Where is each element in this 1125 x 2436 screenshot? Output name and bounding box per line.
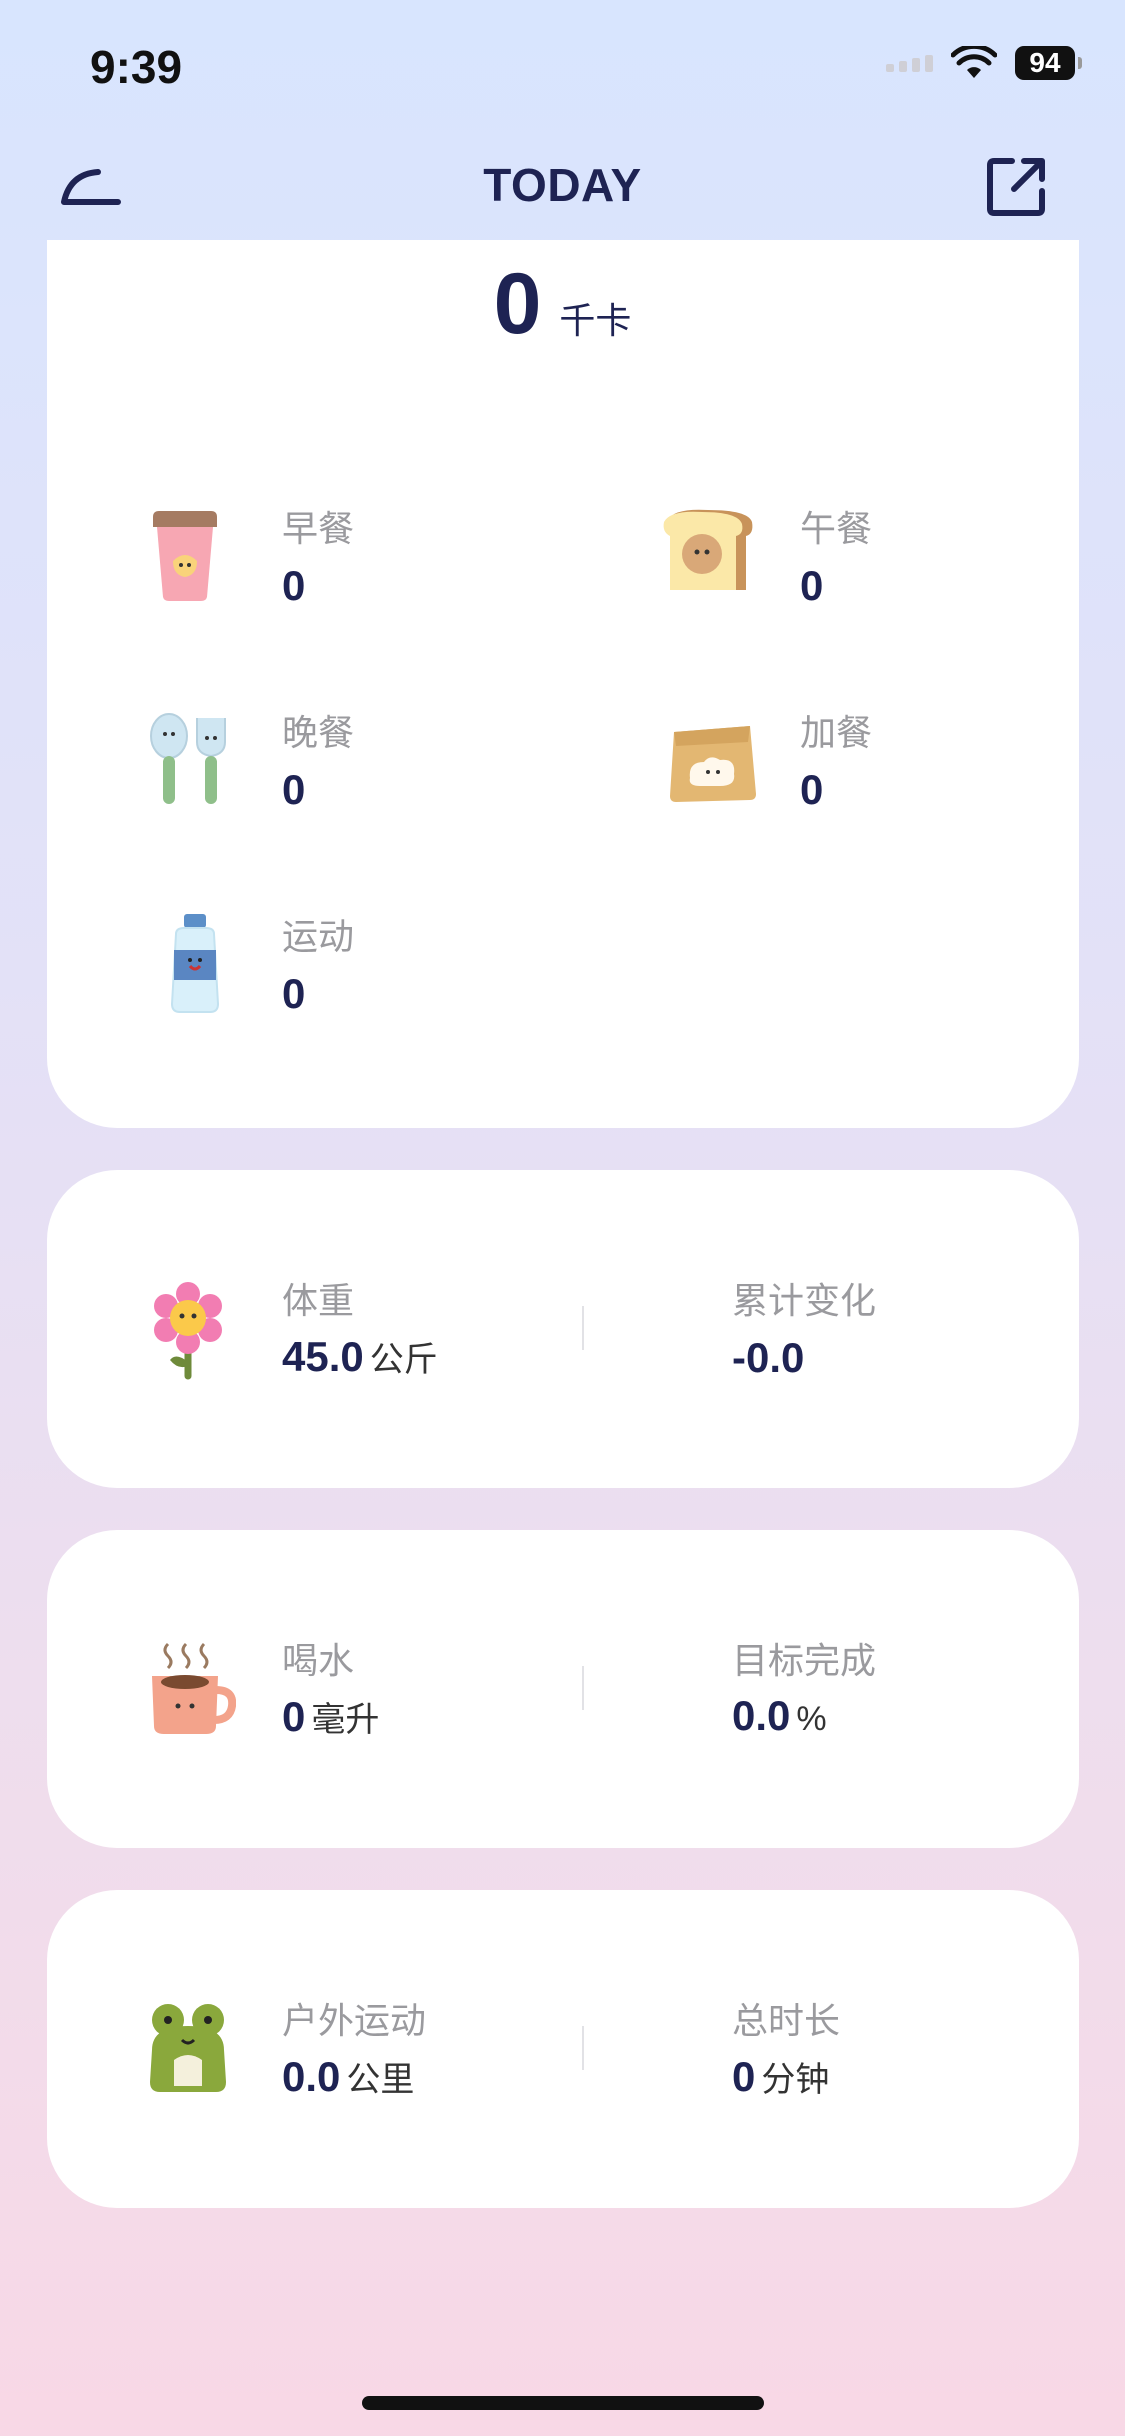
total-calories-unit: 千卡 — [559, 300, 632, 341]
total-calories: 0 千卡 — [0, 255, 1125, 354]
meal-label: 午餐 — [800, 508, 873, 549]
weight-value: 45.0 — [282, 1333, 364, 1380]
mug-icon — [152, 1642, 236, 1734]
meal-value: 0 — [282, 766, 306, 813]
outdoor-duration-label: 总时长 — [732, 2000, 841, 2041]
water-goal-row: 0.0% — [732, 1692, 827, 1740]
total-calories-value: 0 — [493, 256, 542, 352]
home-indicator[interactable] — [362, 2396, 764, 2410]
meal-label: 晚餐 — [282, 712, 355, 753]
water-value: 0 — [282, 1693, 306, 1740]
spoon-fork-icon — [150, 713, 226, 804]
paper-bag-icon — [670, 726, 756, 802]
cellular-signal-icon — [886, 54, 933, 72]
share-button[interactable] — [984, 153, 1050, 219]
status-time: 9:39 — [90, 41, 183, 93]
flower-icon — [154, 1282, 222, 1380]
frog-icon — [150, 2004, 226, 2092]
outdoor-label: 户外运动 — [282, 2000, 427, 2041]
water-bottle-icon — [170, 914, 220, 1013]
meal-label: 运动 — [282, 916, 355, 957]
water-goal-unit: % — [796, 1700, 827, 1738]
coffee-cup-icon — [153, 511, 217, 601]
wifi-icon — [951, 46, 997, 78]
meal-lunch[interactable]: 午餐 0 — [658, 490, 1058, 630]
meal-value: 0 — [282, 562, 306, 609]
page-title: TODAY — [483, 159, 642, 211]
meal-value: 0 — [800, 562, 824, 609]
meal-dinner[interactable]: 晚餐 0 — [140, 694, 540, 834]
water-goal-label: 目标完成 — [732, 1640, 877, 1681]
meal-label: 早餐 — [282, 508, 355, 549]
meal-exercise[interactable]: 运动 0 — [140, 898, 540, 1038]
meal-snack[interactable]: 加餐 0 — [658, 694, 1058, 834]
battery-icon: 94 — [1015, 46, 1082, 80]
outdoor-duration-row: 0 分钟 — [732, 2052, 829, 2101]
divider — [582, 1306, 584, 1350]
outdoor-duration-unit: 分钟 — [761, 2061, 830, 2099]
divider — [582, 2026, 584, 2070]
meal-value: 0 — [282, 970, 306, 1017]
water-goal-value: 0.0 — [732, 1692, 791, 1739]
weight-value-row: 45.0 公斤 — [282, 1332, 438, 1381]
outdoor-distance-value: 0.0 — [282, 2053, 341, 2100]
divider — [582, 1666, 584, 1710]
weight-change-label: 累计变化 — [732, 1280, 877, 1321]
water-label: 喝水 — [282, 1640, 355, 1681]
status-icons: 94 — [886, 46, 1082, 80]
outdoor-value-row: 0.0 公里 — [282, 2052, 414, 2101]
weight-change-value: -0.0 — [732, 1334, 805, 1381]
weight-label: 体重 — [282, 1280, 355, 1321]
toast-icon — [663, 509, 753, 590]
water-unit: 毫升 — [311, 1701, 380, 1739]
outdoor-duration-value: 0 — [732, 2053, 756, 2100]
water-value-row: 0 毫升 — [282, 1692, 379, 1741]
meal-value: 0 — [800, 766, 824, 813]
weight-unit: 公斤 — [369, 1341, 438, 1379]
meal-breakfast[interactable]: 早餐 0 — [140, 490, 540, 630]
outdoor-distance-unit: 公里 — [346, 2061, 415, 2099]
meal-label: 加餐 — [800, 712, 873, 753]
